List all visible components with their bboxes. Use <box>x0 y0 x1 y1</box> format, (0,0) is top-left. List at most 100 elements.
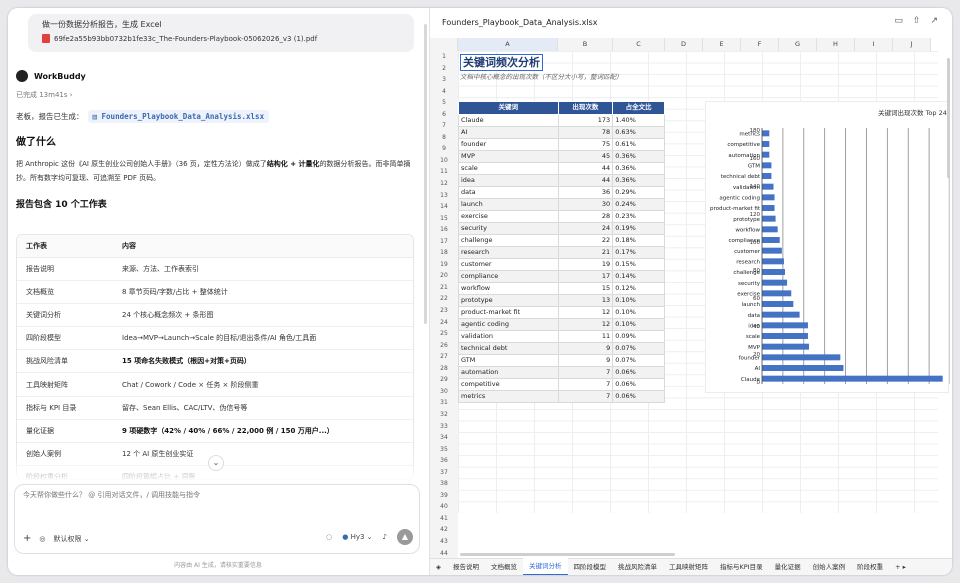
column-header[interactable]: H <box>817 38 855 51</box>
chart-bar[interactable] <box>762 301 794 307</box>
keyword-cell[interactable]: exercise <box>458 209 559 223</box>
count-cell[interactable]: 7 <box>557 377 614 391</box>
row-header[interactable]: 13 <box>430 189 458 202</box>
sheet-tab[interactable]: 关键词分析 <box>523 558 568 575</box>
keyword-cell[interactable]: customer <box>458 257 559 271</box>
row-header[interactable]: 39 <box>430 489 458 502</box>
sheet-tab[interactable]: 四阶段模型 <box>568 559 613 575</box>
row-header[interactable]: 14 <box>430 201 458 213</box>
row-header[interactable]: 2 <box>430 62 458 75</box>
count-cell[interactable]: 45 <box>557 149 614 163</box>
column-header[interactable]: C <box>613 38 665 51</box>
row-header[interactable]: 25 <box>430 328 458 340</box>
row-header[interactable]: 43 <box>430 535 458 548</box>
keyword-cell[interactable]: MVP <box>458 149 559 163</box>
row-header[interactable]: 34 <box>430 432 458 444</box>
folder-icon[interactable]: ▭ <box>894 16 903 26</box>
chart-bar[interactable] <box>762 183 774 190</box>
chart-bar[interactable] <box>762 173 772 179</box>
count-cell[interactable]: 9 <box>557 341 614 355</box>
count-cell[interactable]: 30 <box>557 197 614 211</box>
sheet-title-cell[interactable]: 关键词频次分析 <box>460 54 543 71</box>
row-header[interactable]: 20 <box>430 270 458 282</box>
keyword-cell[interactable]: technical debt <box>458 341 559 355</box>
chart-bar[interactable] <box>762 333 808 339</box>
count-cell[interactable]: 7 <box>557 389 614 403</box>
row-header[interactable]: 24 <box>430 316 458 329</box>
row-header[interactable]: 8 <box>430 131 458 144</box>
count-cell[interactable]: 19 <box>557 257 614 271</box>
chart-bar[interactable] <box>762 322 808 329</box>
share-icon[interactable]: ↗ <box>930 16 938 26</box>
count-cell[interactable]: 12 <box>557 305 614 319</box>
ratio-cell[interactable]: 0.10% <box>612 293 665 307</box>
row-header[interactable]: 7 <box>430 120 458 132</box>
count-cell[interactable]: 15 <box>557 281 614 295</box>
count-cell[interactable]: 44 <box>557 161 614 175</box>
sheet-tab[interactable]: 工具映射矩阵 <box>663 559 714 575</box>
layers-icon[interactable]: ◈ <box>430 559 447 575</box>
bar-chart[interactable]: 关键词出现次数 Top 24 0 20 40 60 80 100 120 140 160 180 me… <box>705 101 951 393</box>
sheet-tab[interactable]: 阶段权重 <box>851 559 889 575</box>
ratio-cell[interactable]: 0.18% <box>612 233 665 247</box>
chat-scrollbar[interactable] <box>424 24 427 324</box>
chart-bar[interactable] <box>762 205 775 211</box>
count-cell[interactable]: 75 <box>557 137 614 151</box>
count-cell[interactable]: 9 <box>557 353 614 367</box>
keyword-cell[interactable]: validation <box>458 329 559 343</box>
chart-bar[interactable] <box>762 279 788 286</box>
column-header[interactable]: I <box>855 38 893 51</box>
done-status[interactable]: 已完成 13m41s › <box>16 90 73 100</box>
count-cell[interactable]: 22 <box>557 233 614 247</box>
ratio-cell[interactable]: 0.09% <box>612 329 665 343</box>
generated-file-link[interactable]: ▤ Founders_Playbook_Data_Analysis.xlsx <box>87 110 270 123</box>
keyword-cell[interactable]: prototype <box>458 293 559 307</box>
row-header[interactable]: 5 <box>430 97 458 109</box>
row-header[interactable]: 15 <box>430 212 458 225</box>
count-cell[interactable]: 21 <box>557 245 614 259</box>
column-header[interactable]: A <box>458 38 558 51</box>
chart-bar[interactable] <box>762 365 844 371</box>
model-select[interactable]: ● Hy3 ⌄ <box>342 533 372 541</box>
row-header[interactable]: 1 <box>430 51 458 63</box>
ratio-cell[interactable]: 0.15% <box>612 257 665 271</box>
keyword-cell[interactable]: Claude <box>458 113 559 127</box>
keyword-cell[interactable]: data <box>458 185 559 199</box>
sheet-tab[interactable]: 指标与KPI目录 <box>714 559 769 575</box>
row-header[interactable]: 32 <box>430 408 458 421</box>
row-header[interactable]: 42 <box>430 524 458 536</box>
keyword-cell[interactable]: GTM <box>458 353 559 367</box>
count-cell[interactable]: 13 <box>557 293 614 307</box>
row-header[interactable]: 21 <box>430 281 458 294</box>
chart-bar[interactable] <box>762 237 780 243</box>
scroll-down-button[interactable]: ⌄ <box>208 455 224 471</box>
ratio-cell[interactable]: 0.14% <box>612 269 665 283</box>
keyword-cell[interactable]: idea <box>458 173 559 187</box>
ratio-cell[interactable]: 0.29% <box>612 185 665 199</box>
chart-bar[interactable] <box>762 162 772 169</box>
row-header[interactable]: 17 <box>430 235 458 248</box>
count-cell[interactable]: 78 <box>557 125 614 139</box>
chart-bar[interactable] <box>762 290 792 297</box>
row-header[interactable]: 16 <box>430 224 458 236</box>
chart-bar[interactable] <box>762 354 841 361</box>
attachment[interactable]: 69fe2a55b93bb0732b1fe33c_The-Founders-Pl… <box>42 34 400 43</box>
chart-bar[interactable] <box>762 130 770 137</box>
row-header[interactable]: 18 <box>430 247 458 259</box>
count-cell[interactable]: 173 <box>557 113 614 127</box>
permission-select[interactable]: 默认权限 ⌄ <box>54 534 90 544</box>
ratio-cell[interactable]: 0.36% <box>612 149 665 163</box>
chart-bar[interactable] <box>762 226 778 233</box>
chart-bar[interactable] <box>762 247 782 254</box>
keyword-cell[interactable]: AI <box>458 125 559 139</box>
ratio-cell[interactable]: 0.23% <box>612 209 665 223</box>
ratio-cell[interactable]: 0.10% <box>612 305 665 319</box>
column-header[interactable]: D <box>665 38 703 51</box>
ratio-cell[interactable]: 0.12% <box>612 281 665 295</box>
keyword-cell[interactable]: metrics <box>458 389 559 403</box>
more-tabs-icon[interactable]: + ▸ <box>889 559 912 575</box>
sheet-tab[interactable]: 文档概览 <box>485 559 523 575</box>
chart-bar[interactable] <box>762 269 785 275</box>
row-header[interactable]: 10 <box>430 154 458 167</box>
ratio-cell[interactable]: 0.06% <box>612 365 665 379</box>
